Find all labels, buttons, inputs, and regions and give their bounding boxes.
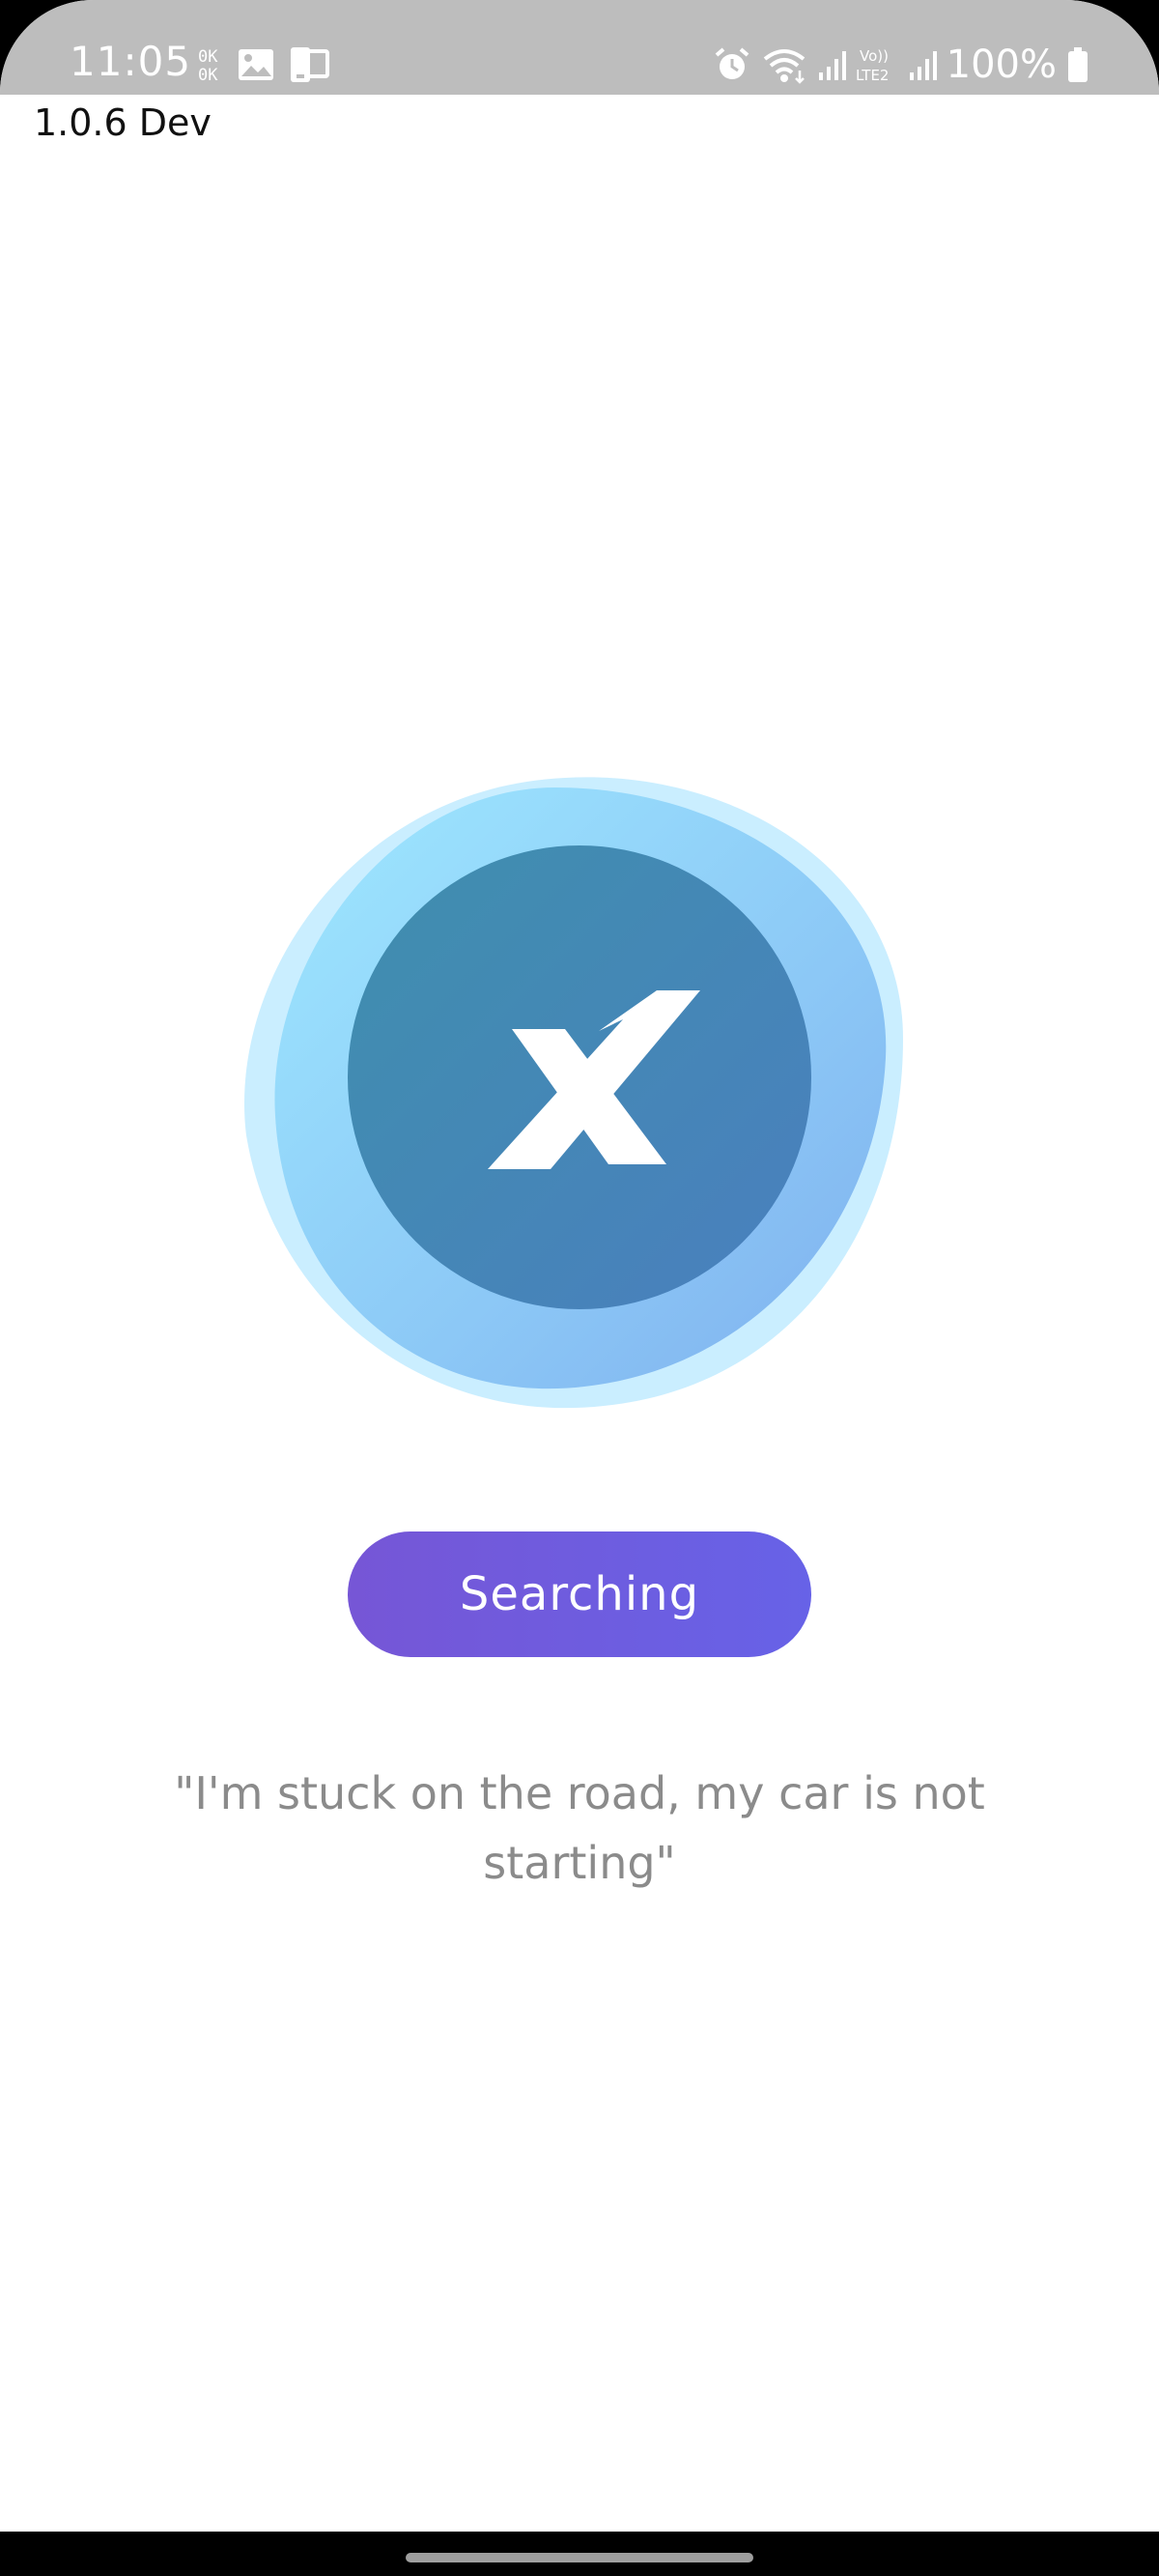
phone-screen: 11:05 0K 0K Vo)) LTE2 100% 1.0.6 Dev Sea… xyxy=(0,0,1159,2576)
svg-text:0K: 0K xyxy=(198,47,218,67)
battery-icon xyxy=(1066,45,1089,84)
phone-share-icon xyxy=(287,45,329,84)
version-label: 1.0.6 Dev xyxy=(34,101,212,144)
ok-icon: 0K 0K xyxy=(198,45,225,84)
battery-percentage: 100% xyxy=(946,43,1057,87)
status-left-icons: 0K 0K xyxy=(198,43,329,86)
volte-lte2-icon: Vo)) LTE2 xyxy=(856,45,898,84)
status-time: 11:05 xyxy=(70,38,192,85)
status-right-icons: Vo)) LTE2 100% xyxy=(713,42,1089,88)
svg-text:Vo)): Vo)) xyxy=(860,47,889,65)
image-icon xyxy=(237,47,275,82)
brand-x-logo-icon xyxy=(243,777,903,1409)
navigation-bar xyxy=(0,2532,1159,2576)
alarm-icon xyxy=(713,45,751,84)
status-bar: 11:05 0K 0K Vo)) LTE2 100% xyxy=(0,0,1159,95)
searching-button[interactable]: Searching xyxy=(348,1531,811,1657)
signal-2-icon xyxy=(908,47,937,82)
svg-text:LTE2: LTE2 xyxy=(856,67,889,84)
status-quote: "I'm stuck on the road, my car is not st… xyxy=(174,1767,985,1889)
signal-icon xyxy=(817,47,846,82)
home-gesture-handle[interactable] xyxy=(406,2553,753,2562)
brand-logo xyxy=(237,768,913,1425)
wifi-icon xyxy=(761,45,807,84)
svg-text:0K: 0K xyxy=(198,66,218,84)
